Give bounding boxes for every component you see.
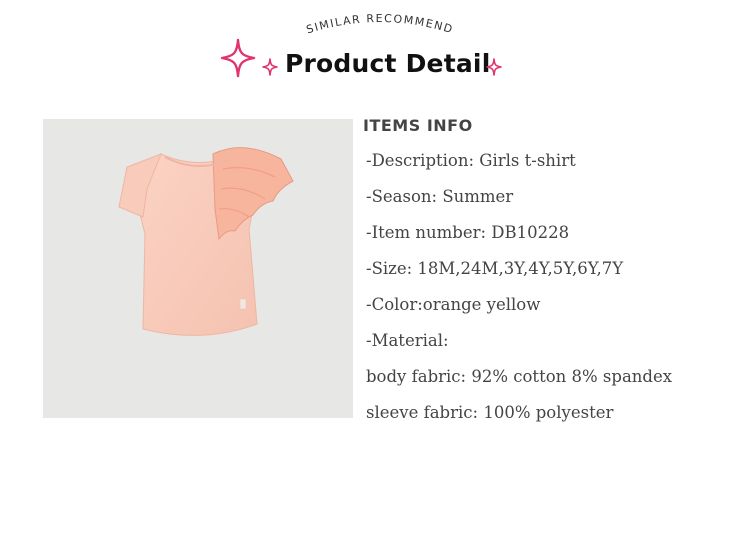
body-fabric-line: body fabric: 92% cotton 8% spandex xyxy=(366,367,673,386)
material-line: -Material: xyxy=(366,331,449,350)
product-photo xyxy=(43,119,353,418)
description-line: -Description: Girls t-shirt xyxy=(366,151,576,170)
sleeve-fabric-line: sleeve fabric: 100% polyester xyxy=(366,403,614,422)
size-line: -Size: 18M,24M,3Y,4Y,5Y,6Y,7Y xyxy=(366,259,624,278)
arc-subtitle: SIMILAR RECOMMEND xyxy=(305,12,454,36)
svg-text:SIMILAR RECOMMEND: SIMILAR RECOMMEND xyxy=(305,12,455,36)
similar-recommend-arc: SIMILAR RECOMMEND xyxy=(305,12,455,36)
sparkle-small-right-icon xyxy=(486,58,502,76)
sparkle-small-left-icon xyxy=(262,58,278,76)
girls-t-shirt-icon xyxy=(43,119,353,418)
season-line: -Season: Summer xyxy=(366,187,514,206)
page-title: Product Detail xyxy=(285,49,491,78)
sparkle-icon xyxy=(220,38,256,78)
items-info-panel: ITEMS INFO -Description: Girls t-shirt -… xyxy=(363,116,743,431)
color-line: -Color:orange yellow xyxy=(366,295,541,314)
item-number-line: -Item number: DB10228 xyxy=(366,223,570,242)
items-info-heading: ITEMS INFO xyxy=(363,116,473,135)
header: SIMILAR RECOMMEND Product Detail xyxy=(0,0,750,100)
